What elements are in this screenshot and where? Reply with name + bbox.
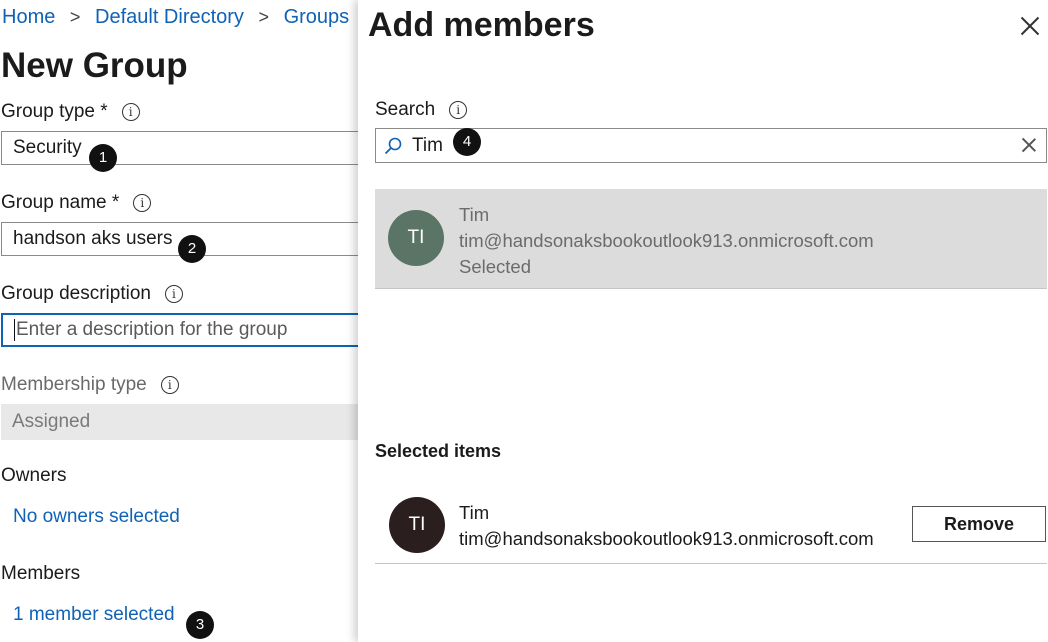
selected-item-text: Tim tim@handsonaksbookoutlook913.onmicro… bbox=[459, 500, 874, 552]
breadcrumb-default-directory[interactable]: Default Directory bbox=[95, 6, 244, 28]
result-email: tim@handsonaksbookoutlook913.onmicrosoft… bbox=[459, 230, 874, 251]
selected-item-name: Tim bbox=[459, 502, 490, 523]
group-name-value: handson aks users bbox=[13, 228, 173, 249]
info-icon[interactable]: i bbox=[164, 285, 183, 303]
group-type-label: Group type * bbox=[1, 101, 108, 122]
breadcrumb-separator: > bbox=[258, 7, 270, 27]
step-badge-4: 4 bbox=[453, 128, 481, 156]
group-name-label: Group name * bbox=[1, 192, 120, 213]
search-label-row: Search i bbox=[375, 99, 468, 121]
step-badge-1: 1 bbox=[89, 144, 117, 172]
search-result-item[interactable]: TI Tim tim@handsonaksbookoutlook913.onmi… bbox=[375, 189, 1047, 289]
selected-item-row: TI Tim tim@handsonaksbookoutlook913.onmi… bbox=[375, 491, 1047, 564]
info-icon[interactable]: i bbox=[449, 101, 468, 119]
search-input[interactable] bbox=[412, 133, 992, 158]
info-icon[interactable]: i bbox=[133, 194, 152, 212]
search-label: Search bbox=[375, 99, 436, 120]
members-link[interactable]: 1 member selected bbox=[13, 604, 175, 626]
info-icon[interactable]: i bbox=[121, 103, 140, 121]
owners-link[interactable]: No owners selected bbox=[13, 506, 180, 528]
clear-icon[interactable] bbox=[1021, 137, 1037, 153]
membership-type-dropdown: Assigned bbox=[1, 404, 358, 440]
group-description-placeholder: Enter a description for the group bbox=[16, 319, 288, 340]
step-badge-2: 2 bbox=[178, 235, 206, 263]
selected-item-email: tim@handsonaksbookoutlook913.onmicrosoft… bbox=[459, 528, 874, 549]
group-description-input[interactable]: Enter a description for the group bbox=[1, 313, 358, 347]
search-result-text: Tim tim@handsonaksbookoutlook913.onmicro… bbox=[459, 202, 874, 280]
step-badge-3: 3 bbox=[186, 611, 214, 639]
result-name: Tim bbox=[459, 204, 490, 225]
group-type-dropdown[interactable]: Security bbox=[1, 131, 358, 165]
group-description-label: Group description bbox=[1, 283, 151, 304]
page-title: New Group bbox=[1, 46, 188, 85]
membership-type-label-row: Membership type i bbox=[1, 374, 179, 396]
membership-type-label: Membership type bbox=[1, 374, 147, 395]
owners-label: Owners bbox=[1, 465, 67, 486]
add-members-panel: Add members Search i 4 TI Tim tim@handso… bbox=[358, 0, 1048, 642]
search-icon bbox=[384, 137, 402, 155]
new-group-pane: Home > Default Directory > Groups New Gr… bbox=[0, 0, 358, 642]
breadcrumb-groups[interactable]: Groups bbox=[284, 6, 350, 28]
group-type-label-row: Group type * i bbox=[1, 101, 140, 123]
info-icon[interactable]: i bbox=[160, 376, 179, 394]
panel-title: Add members bbox=[368, 6, 595, 44]
group-description-label-row: Group description i bbox=[1, 283, 183, 305]
breadcrumb-separator: > bbox=[69, 7, 81, 27]
text-cursor bbox=[14, 318, 15, 341]
members-label: Members bbox=[1, 563, 81, 584]
close-icon[interactable] bbox=[1016, 12, 1044, 40]
breadcrumb-home[interactable]: Home bbox=[2, 6, 55, 28]
remove-button[interactable]: Remove bbox=[912, 506, 1046, 542]
group-name-label-row: Group name * i bbox=[1, 192, 152, 214]
selected-items-heading: Selected items bbox=[375, 441, 502, 461]
avatar: TI bbox=[388, 210, 444, 266]
membership-type-value: Assigned bbox=[12, 411, 91, 432]
breadcrumb: Home > Default Directory > Groups bbox=[2, 6, 349, 29]
group-type-value: Security bbox=[13, 137, 82, 158]
avatar: TI bbox=[389, 497, 445, 553]
result-status: Selected bbox=[459, 256, 531, 277]
